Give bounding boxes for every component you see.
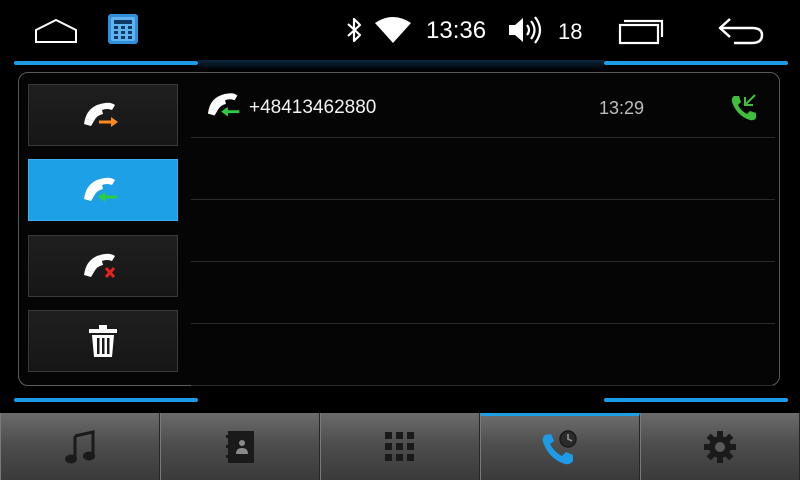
- call-list: +48413462880 13:29: [191, 73, 775, 386]
- call-log-row[interactable]: +48413462880 13:29: [191, 75, 775, 138]
- contacts-icon: [226, 430, 254, 463]
- nav-call-history[interactable]: [480, 413, 640, 480]
- volume-icon[interactable]: [507, 14, 543, 46]
- trash-icon: [89, 325, 117, 357]
- call-time: 13:29: [599, 98, 645, 118]
- home-icon[interactable]: [34, 18, 78, 44]
- bluetooth-icon: [347, 17, 362, 43]
- outgoing-calls-filter-button[interactable]: [28, 84, 178, 146]
- call-log-row-empty: [191, 199, 775, 262]
- music-icon: [65, 429, 95, 463]
- volume-level: 18: [558, 19, 583, 44]
- status-bar: 13:36 18: [0, 0, 800, 62]
- back-icon[interactable]: [716, 16, 766, 46]
- incoming-calls-filter-button[interactable]: [28, 159, 178, 221]
- frame-accent-top-left: [14, 61, 198, 65]
- missed-calls-filter-button[interactable]: [28, 235, 178, 297]
- call-back-icon[interactable]: [729, 93, 759, 123]
- outgoing-call-icon: [84, 102, 118, 127]
- frame-accent-bottom-left: [14, 398, 198, 402]
- nav-contacts[interactable]: [160, 413, 320, 480]
- call-history-icon: [542, 430, 577, 465]
- call-log-row-empty: [191, 261, 775, 324]
- nav-music[interactable]: [0, 413, 160, 480]
- nav-dialpad[interactable]: [320, 413, 480, 480]
- settings-icon: [704, 430, 736, 463]
- incoming-call-icon: [207, 93, 240, 117]
- missed-call-icon: [84, 253, 116, 278]
- incoming-call-icon: [84, 177, 117, 202]
- frame-accent-bottom-right: [604, 398, 788, 402]
- clock: 13:36: [426, 17, 487, 44]
- call-number: +48413462880: [249, 97, 377, 118]
- call-log-panel: +48413462880 13:29: [18, 72, 780, 386]
- delete-call-log-button[interactable]: [28, 310, 178, 372]
- bottom-nav: [0, 413, 800, 480]
- dialpad-icon: [385, 431, 414, 461]
- call-log-row-empty: [191, 323, 775, 386]
- wifi-icon: [375, 17, 411, 43]
- call-log-row-empty: [191, 137, 775, 200]
- nav-settings[interactable]: [640, 413, 800, 480]
- frame-glow-top: [198, 60, 604, 70]
- recent-apps-icon[interactable]: [618, 17, 666, 45]
- dialer-app-icon[interactable]: [107, 13, 139, 45]
- frame-accent-top-right: [604, 61, 788, 65]
